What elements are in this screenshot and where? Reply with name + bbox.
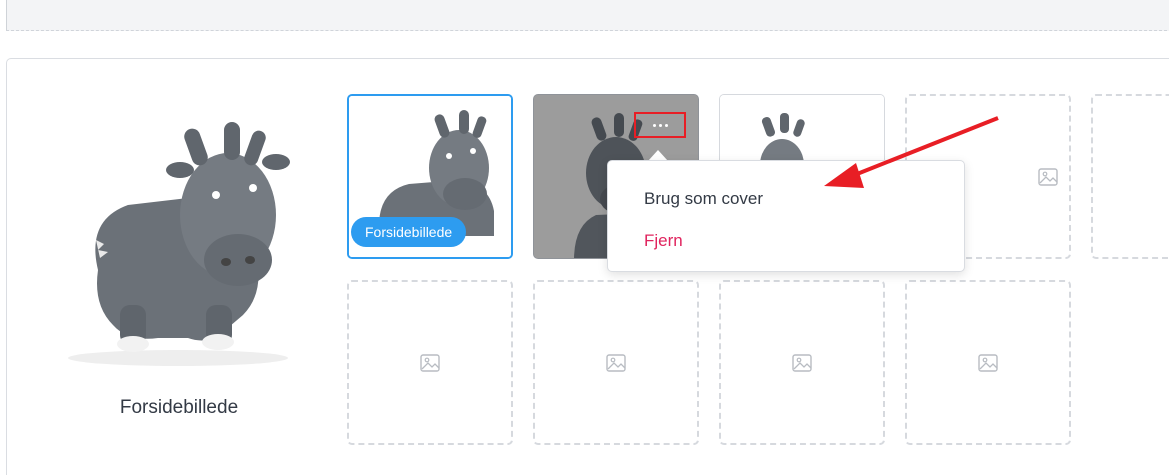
image-placeholder-icon (420, 353, 440, 372)
image-slot-empty[interactable] (1091, 94, 1169, 259)
main-image-caption: Forsidebillede (119, 397, 239, 418)
dot-icon (658, 123, 662, 127)
image-slot-empty[interactable] (719, 280, 885, 445)
dot-icon (652, 123, 656, 127)
image-slot-empty[interactable] (533, 280, 699, 445)
image-placeholder-icon (606, 353, 626, 372)
image-manager: Forsidebillede Forsidebillede Brug som c… (0, 0, 1169, 475)
remove-menu-item[interactable]: Fjern (644, 231, 683, 251)
more-options-button[interactable] (634, 112, 686, 138)
image-tile-cover[interactable]: Forsidebillede (347, 94, 513, 259)
image-placeholder-icon (978, 353, 998, 372)
cover-badge: Forsidebillede (351, 217, 467, 247)
image-slot-empty[interactable] (347, 280, 513, 445)
dot-icon (664, 123, 668, 127)
previous-section (6, 0, 1169, 31)
image-slot-empty[interactable] (905, 280, 1071, 445)
image-placeholder-icon (1038, 167, 1058, 186)
image-placeholder-icon (792, 353, 812, 372)
main-cover-image (38, 100, 320, 368)
image-context-menu: Brug som cover Fjern (607, 160, 965, 272)
use-as-cover-menu-item[interactable]: Brug som cover (644, 189, 763, 209)
